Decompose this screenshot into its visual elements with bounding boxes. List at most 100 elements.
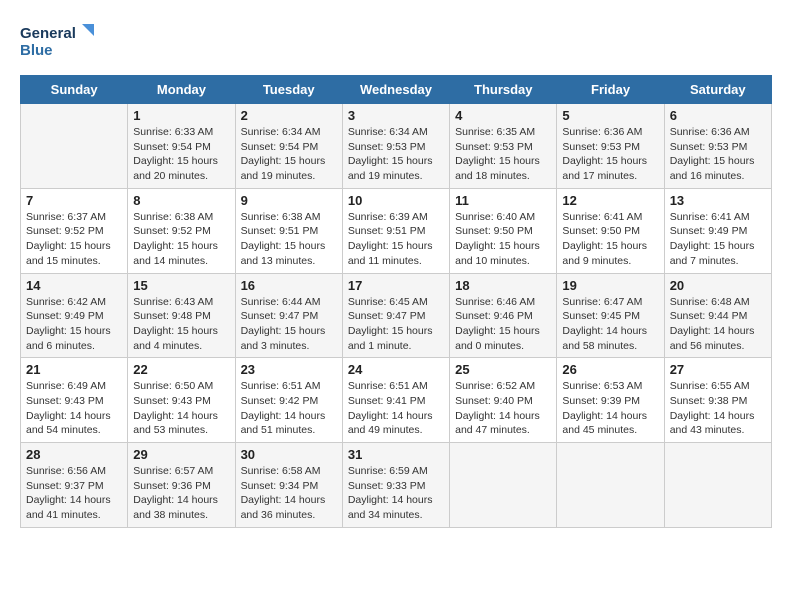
calendar-cell: 20 Sunrise: 6:48 AM Sunset: 9:44 PM Dayli… xyxy=(664,273,771,358)
day-number: 2 xyxy=(241,108,337,123)
day-number: 12 xyxy=(562,193,658,208)
page-header: General Blue xyxy=(20,20,772,65)
calendar-cell: 6Sunrise: 6:36 AM Sunset: 9:53 PM Daylig… xyxy=(664,104,771,189)
week-row-1: 1 Sunrise: 6:33 AM Sunset: 9:54 PM Daylig… xyxy=(21,104,772,189)
calendar-cell: 10 Sunrise: 6:39 AM Sunset: 9:51 PM Dayli… xyxy=(342,188,449,273)
day-info: Sunrise: 6:56 AM Sunset: 9:37 PM Dayligh… xyxy=(26,464,122,523)
calendar-cell: 26Sunrise: 6:53 AM Sunset: 9:39 PM Dayli… xyxy=(557,358,664,443)
calendar-cell: 17 Sunrise: 6:45 AM Sunset: 9:47 PM Dayli… xyxy=(342,273,449,358)
day-info: Sunrise: 6:51 AM Sunset: 9:42 PM Dayligh… xyxy=(241,379,337,438)
day-info: Sunrise: 6:35 AM Sunset: 9:53 PM Dayligh… xyxy=(455,125,551,184)
day-info: Sunrise: 6:45 AM Sunset: 9:47 PM Dayligh… xyxy=(348,295,444,354)
day-info: Sunrise: 6:43 AM Sunset: 9:48 PM Dayligh… xyxy=(133,295,229,354)
logo-svg: General Blue xyxy=(20,20,100,65)
weekday-header-saturday: Saturday xyxy=(664,76,771,104)
week-row-4: 21 Sunrise: 6:49 AM Sunset: 9:43 PM Dayli… xyxy=(21,358,772,443)
day-info: Sunrise: 6:49 AM Sunset: 9:43 PM Dayligh… xyxy=(26,379,122,438)
calendar-cell: 4 Sunrise: 6:35 AM Sunset: 9:53 PM Daylig… xyxy=(450,104,557,189)
weekday-header-wednesday: Wednesday xyxy=(342,76,449,104)
day-number: 19 xyxy=(562,278,658,293)
calendar-cell: 29Sunrise: 6:57 AM Sunset: 9:36 PM Dayli… xyxy=(128,443,235,528)
day-info: Sunrise: 6:34 AM Sunset: 9:53 PM Dayligh… xyxy=(348,125,444,184)
calendar-cell xyxy=(450,443,557,528)
day-number: 9 xyxy=(241,193,337,208)
calendar-cell: 5Sunrise: 6:36 AM Sunset: 9:53 PM Daylig… xyxy=(557,104,664,189)
weekday-header-row: SundayMondayTuesdayWednesdayThursdayFrid… xyxy=(21,76,772,104)
calendar-cell: 31Sunrise: 6:59 AM Sunset: 9:33 PM Dayli… xyxy=(342,443,449,528)
day-number: 22 xyxy=(133,362,229,377)
weekday-header-friday: Friday xyxy=(557,76,664,104)
day-info: Sunrise: 6:55 AM Sunset: 9:38 PM Dayligh… xyxy=(670,379,766,438)
day-number: 27 xyxy=(670,362,766,377)
calendar-table: SundayMondayTuesdayWednesdayThursdayFrid… xyxy=(20,75,772,528)
day-number: 23 xyxy=(241,362,337,377)
calendar-cell: 27 Sunrise: 6:55 AM Sunset: 9:38 PM Dayli… xyxy=(664,358,771,443)
day-number: 20 xyxy=(670,278,766,293)
day-info: Sunrise: 6:47 AM Sunset: 9:45 PM Dayligh… xyxy=(562,295,658,354)
calendar-cell: 7 Sunrise: 6:37 AM Sunset: 9:52 PM Daylig… xyxy=(21,188,128,273)
day-number: 26 xyxy=(562,362,658,377)
calendar-cell xyxy=(21,104,128,189)
day-info: Sunrise: 6:40 AM Sunset: 9:50 PM Dayligh… xyxy=(455,210,551,269)
day-number: 14 xyxy=(26,278,122,293)
calendar-cell: 24 Sunrise: 6:51 AM Sunset: 9:41 PM Dayli… xyxy=(342,358,449,443)
calendar-cell xyxy=(557,443,664,528)
calendar-cell: 16 Sunrise: 6:44 AM Sunset: 9:47 PM Dayli… xyxy=(235,273,342,358)
day-number: 1 xyxy=(133,108,229,123)
day-number: 4 xyxy=(455,108,551,123)
week-row-5: 28 Sunrise: 6:56 AM Sunset: 9:37 PM Dayli… xyxy=(21,443,772,528)
day-number: 7 xyxy=(26,193,122,208)
weekday-header-sunday: Sunday xyxy=(21,76,128,104)
calendar-cell: 14 Sunrise: 6:42 AM Sunset: 9:49 PM Dayli… xyxy=(21,273,128,358)
day-number: 15 xyxy=(133,278,229,293)
calendar-cell: 3 Sunrise: 6:34 AM Sunset: 9:53 PM Daylig… xyxy=(342,104,449,189)
svg-text:Blue: Blue xyxy=(20,42,53,59)
day-info: Sunrise: 6:52 AM Sunset: 9:40 PM Dayligh… xyxy=(455,379,551,438)
day-info: Sunrise: 6:51 AM Sunset: 9:41 PM Dayligh… xyxy=(348,379,444,438)
calendar-cell: 28 Sunrise: 6:56 AM Sunset: 9:37 PM Dayli… xyxy=(21,443,128,528)
calendar-cell: 25 Sunrise: 6:52 AM Sunset: 9:40 PM Dayli… xyxy=(450,358,557,443)
calendar-cell: 23 Sunrise: 6:51 AM Sunset: 9:42 PM Dayli… xyxy=(235,358,342,443)
day-number: 18 xyxy=(455,278,551,293)
day-info: Sunrise: 6:44 AM Sunset: 9:47 PM Dayligh… xyxy=(241,295,337,354)
calendar-cell: 12 Sunrise: 6:41 AM Sunset: 9:50 PM Dayli… xyxy=(557,188,664,273)
calendar-cell: 18Sunrise: 6:46 AM Sunset: 9:46 PM Dayli… xyxy=(450,273,557,358)
day-number: 25 xyxy=(455,362,551,377)
day-number: 28 xyxy=(26,447,122,462)
day-number: 24 xyxy=(348,362,444,377)
day-number: 13 xyxy=(670,193,766,208)
day-info: Sunrise: 6:39 AM Sunset: 9:51 PM Dayligh… xyxy=(348,210,444,269)
calendar-cell: 21 Sunrise: 6:49 AM Sunset: 9:43 PM Dayli… xyxy=(21,358,128,443)
day-number: 30 xyxy=(241,447,337,462)
day-number: 16 xyxy=(241,278,337,293)
calendar-cell xyxy=(664,443,771,528)
day-info: Sunrise: 6:41 AM Sunset: 9:49 PM Dayligh… xyxy=(670,210,766,269)
calendar-cell: 2Sunrise: 6:34 AM Sunset: 9:54 PM Daylig… xyxy=(235,104,342,189)
day-info: Sunrise: 6:48 AM Sunset: 9:44 PM Dayligh… xyxy=(670,295,766,354)
day-number: 8 xyxy=(133,193,229,208)
weekday-header-monday: Monday xyxy=(128,76,235,104)
calendar-cell: 8 Sunrise: 6:38 AM Sunset: 9:52 PM Daylig… xyxy=(128,188,235,273)
logo: General Blue xyxy=(20,20,100,65)
day-number: 29 xyxy=(133,447,229,462)
day-info: Sunrise: 6:41 AM Sunset: 9:50 PM Dayligh… xyxy=(562,210,658,269)
day-info: Sunrise: 6:42 AM Sunset: 9:49 PM Dayligh… xyxy=(26,295,122,354)
day-info: Sunrise: 6:38 AM Sunset: 9:51 PM Dayligh… xyxy=(241,210,337,269)
day-info: Sunrise: 6:36 AM Sunset: 9:53 PM Dayligh… xyxy=(670,125,766,184)
day-info: Sunrise: 6:33 AM Sunset: 9:54 PM Dayligh… xyxy=(133,125,229,184)
calendar-cell: 22Sunrise: 6:50 AM Sunset: 9:43 PM Dayli… xyxy=(128,358,235,443)
calendar-cell: 1 Sunrise: 6:33 AM Sunset: 9:54 PM Daylig… xyxy=(128,104,235,189)
day-number: 3 xyxy=(348,108,444,123)
day-info: Sunrise: 6:37 AM Sunset: 9:52 PM Dayligh… xyxy=(26,210,122,269)
day-info: Sunrise: 6:36 AM Sunset: 9:53 PM Dayligh… xyxy=(562,125,658,184)
day-number: 21 xyxy=(26,362,122,377)
week-row-3: 14 Sunrise: 6:42 AM Sunset: 9:49 PM Dayli… xyxy=(21,273,772,358)
day-number: 31 xyxy=(348,447,444,462)
day-info: Sunrise: 6:58 AM Sunset: 9:34 PM Dayligh… xyxy=(241,464,337,523)
calendar-cell: 19 Sunrise: 6:47 AM Sunset: 9:45 PM Dayli… xyxy=(557,273,664,358)
calendar-cell: 13 Sunrise: 6:41 AM Sunset: 9:49 PM Dayli… xyxy=(664,188,771,273)
day-number: 17 xyxy=(348,278,444,293)
day-number: 10 xyxy=(348,193,444,208)
day-info: Sunrise: 6:38 AM Sunset: 9:52 PM Dayligh… xyxy=(133,210,229,269)
week-row-2: 7 Sunrise: 6:37 AM Sunset: 9:52 PM Daylig… xyxy=(21,188,772,273)
